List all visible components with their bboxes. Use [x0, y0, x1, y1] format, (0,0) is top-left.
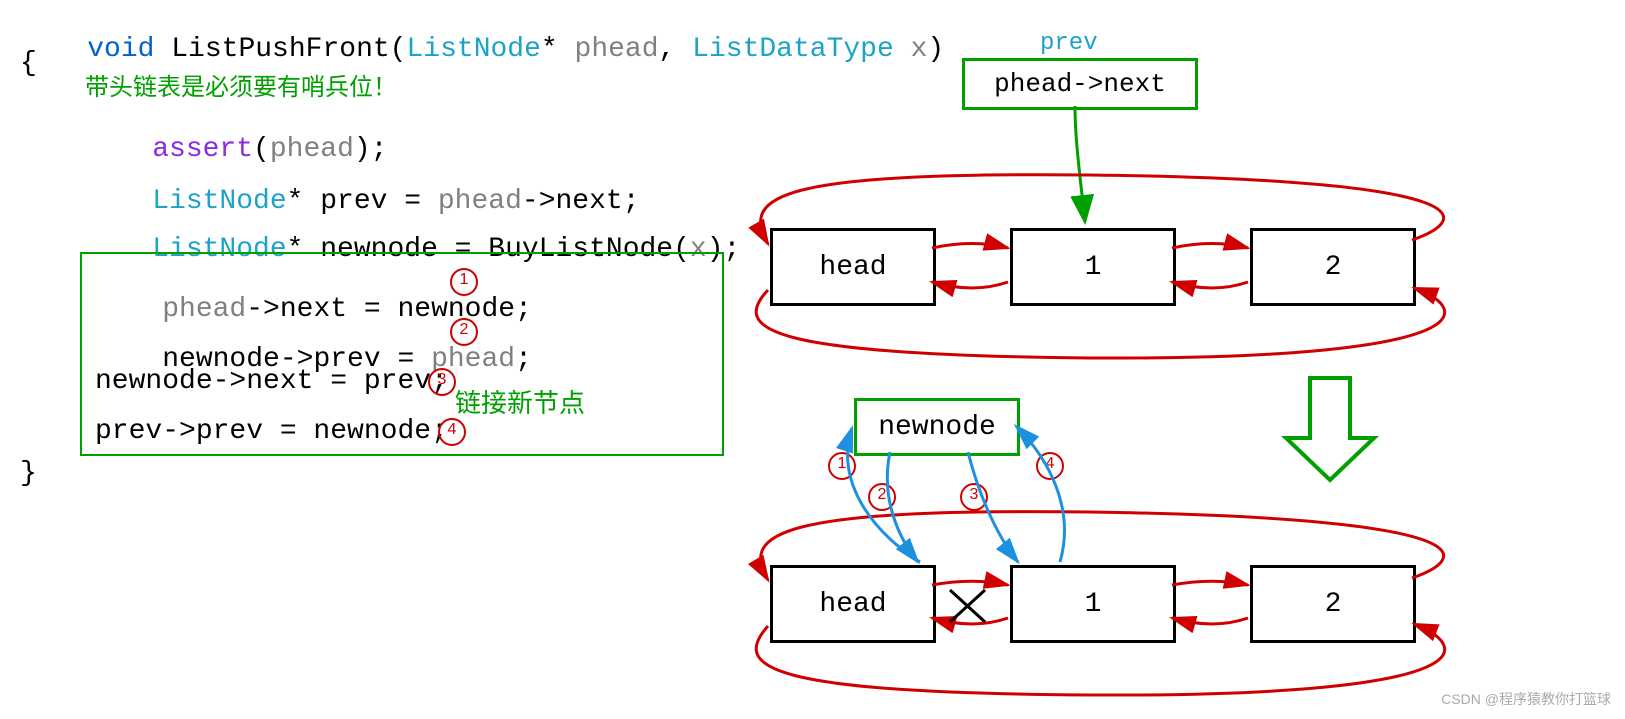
list1-head: head	[770, 228, 936, 306]
canvas: void ListPushFront(ListNode* phead, List…	[0, 0, 1625, 719]
arrow-marker-2: 2	[868, 483, 896, 511]
steps-box	[80, 252, 724, 456]
list2-node2: 2	[1250, 565, 1416, 643]
brace-open: {	[20, 50, 37, 78]
watermark: CSDN @程序猿教你打篮球	[1441, 689, 1611, 709]
step-marker-4: 4	[438, 418, 466, 446]
brace-close: }	[20, 460, 37, 488]
list2-head: head	[770, 565, 936, 643]
prev-label: prev	[1040, 30, 1098, 57]
arrow-marker-4: 4	[1036, 452, 1064, 480]
step-marker-2: 2	[450, 318, 478, 346]
pheadnext-box: phead->next	[962, 58, 1198, 110]
step-marker-3: 3	[428, 368, 456, 396]
list2-node1: 1	[1010, 565, 1176, 643]
comment-sentinel: 带头链表是必须要有哨兵位！	[85, 78, 397, 102]
arrow-marker-1: 1	[828, 452, 856, 480]
arrow-marker-3: 3	[960, 483, 988, 511]
newnode-box: newnode	[854, 398, 1020, 456]
list1-node2: 2	[1250, 228, 1416, 306]
list1-node1: 1	[1010, 228, 1176, 306]
step-marker-1: 1	[450, 268, 478, 296]
